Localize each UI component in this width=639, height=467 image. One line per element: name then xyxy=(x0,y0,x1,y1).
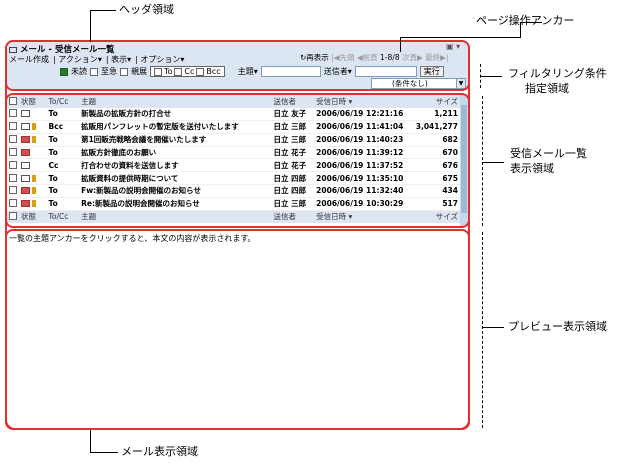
filter-callout-2: 指定領域 xyxy=(525,82,569,95)
preview-callout: プレビュー表示領域 xyxy=(508,320,607,333)
list-callout-2: 表示領域 xyxy=(510,162,554,175)
list-region-outline xyxy=(5,93,470,228)
preview-region-outline xyxy=(5,229,470,430)
mail-callout: メール表示領域 xyxy=(121,445,198,458)
pager-callout: ページ操作アンカー xyxy=(476,14,575,27)
list-callout-1: 受信メール一覧 xyxy=(510,147,587,160)
header-callout: ヘッダ領域 xyxy=(119,3,174,16)
filter-callout-1: フィルタリング条件 xyxy=(508,67,607,80)
